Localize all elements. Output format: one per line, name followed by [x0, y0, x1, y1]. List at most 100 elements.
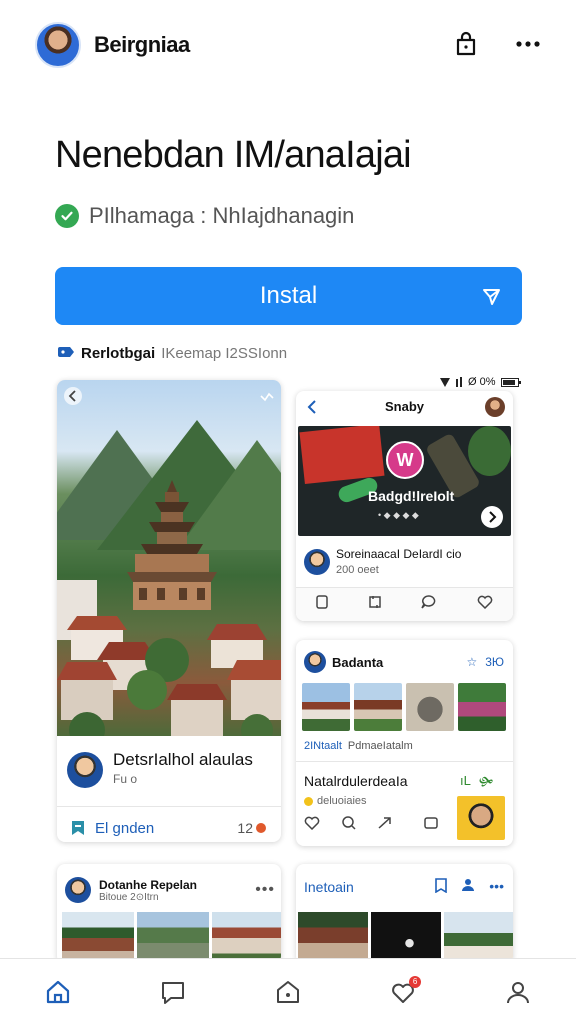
gallery-caption-muted: PdmaeIatalm — [347, 740, 413, 752]
search-icon[interactable] — [342, 816, 356, 835]
chart-icon[interactable]: ıL — [460, 773, 471, 795]
nav-chat[interactable] — [153, 972, 193, 1012]
coin-icon — [304, 796, 313, 806]
gallery-tools: ☆ 3Ю — [466, 655, 504, 669]
post-card[interactable]: Dotanhe Repelan Bitoue 2⊙Itrn ••• — [57, 864, 281, 964]
meta-row: Rerlotbgai IKeemap I2SSIonn — [57, 345, 287, 362]
share-icon[interactable] — [378, 816, 392, 835]
message-icon[interactable] — [424, 817, 438, 836]
install-label: Instal — [259, 282, 318, 309]
thumbnail[interactable] — [458, 683, 506, 731]
more-dots-icon[interactable]: ••• — [489, 878, 504, 896]
thumbnail[interactable] — [298, 912, 368, 964]
verified-text: PIlhamaga : NhIajdhanagin — [89, 203, 355, 228]
shop-card[interactable]: Snaby W Badgd!lreIolt • ◆ ◆ ◆ ◆ Soreinaa… — [296, 391, 513, 621]
product-image[interactable]: W Badgd!lreIolt • ◆ ◆ ◆ ◆ — [298, 426, 511, 536]
featured-title: DetsrIalhol alaulas — [113, 750, 253, 769]
nav-store[interactable] — [268, 972, 308, 1012]
thumbnail[interactable] — [406, 683, 454, 731]
post-title-block: Dotanhe Repelan Bitoue 2⊙Itrn — [99, 878, 197, 903]
comment-icon[interactable] — [421, 595, 437, 614]
bottom-nav: 6 — [0, 958, 576, 1024]
bag-icon[interactable] — [450, 28, 482, 60]
post-title: Dotanhe Repelan — [99, 877, 198, 892]
logo-glyph: W — [396, 449, 414, 470]
avatar[interactable] — [35, 22, 81, 68]
thumbnail[interactable] — [302, 683, 350, 731]
thumbnail[interactable] — [62, 912, 134, 964]
gallery-sub-icons: ıL 🙟 — [460, 773, 493, 795]
gallery-card[interactable]: Badanta ☆ 3Ю 2INtaalt PdmaeIatalm Natalr… — [296, 640, 513, 846]
gallery-subtitle: NatalrdulerdeaIa — [304, 773, 408, 789]
collection-header: Inetoain ••• — [304, 874, 504, 900]
seller-meta: 200 oeet — [336, 564, 379, 576]
featured-footer-label[interactable]: El gnden — [95, 820, 154, 837]
check-circle-icon — [55, 204, 79, 228]
save-icon[interactable] — [71, 820, 85, 841]
product-dots: • ◆ ◆ ◆ ◆ — [378, 510, 419, 520]
heart-icon[interactable] — [477, 595, 493, 614]
page-title: Nenebdan IM/anaIajai — [55, 134, 412, 176]
featured-sub: Fu o — [113, 772, 138, 786]
repost-icon[interactable] — [368, 595, 382, 614]
post-header: Dotanhe Repelan Bitoue 2⊙Itrn ••• — [65, 874, 275, 906]
village-houses — [57, 580, 281, 736]
app-header: Beirgniaa — [0, 0, 576, 92]
author-avatar[interactable] — [67, 752, 103, 788]
more-dots-icon[interactable] — [512, 28, 544, 60]
shop-title: Snaby — [384, 399, 424, 414]
user-add-icon[interactable] — [461, 878, 475, 896]
post-sub: Bitoue 2⊙Itrn — [99, 891, 159, 903]
seller-info: SoreinaacaI DeIardI cio 200 oeet — [296, 537, 513, 585]
thumbnail[interactable] — [444, 912, 513, 964]
divider — [296, 761, 513, 762]
nav-profile[interactable] — [498, 972, 538, 1012]
back-icon[interactable] — [63, 386, 83, 411]
shop-actions — [296, 587, 513, 621]
expand-icon[interactable] — [259, 388, 275, 409]
post-thumbnails — [62, 912, 281, 964]
install-button[interactable]: Instal — [55, 267, 522, 325]
collection-thumbnails — [298, 912, 513, 964]
nav-home[interactable] — [38, 972, 78, 1012]
meta-light: IKeemap I2SSIonn — [161, 345, 288, 362]
gallery-person-photo[interactable] — [457, 796, 505, 840]
gallery-caption-blue[interactable]: 2INtaalt — [304, 740, 342, 752]
thumbnail[interactable] — [371, 912, 441, 964]
preview-status-bar: Ø 0% — [440, 376, 521, 388]
featured-card-info: DetsrIalhol alaulas Fu o El gnden 12 — [57, 736, 281, 842]
next-button[interactable] — [481, 506, 503, 528]
app-name: Beirgniaa — [94, 32, 190, 57]
tag-icon — [57, 345, 75, 362]
nav-likes[interactable]: 6 — [383, 972, 423, 1012]
store-icon — [276, 980, 299, 1003]
bookmark-icon[interactable] — [316, 595, 328, 614]
send-arrow-icon — [480, 284, 504, 311]
verified-row: PIlhamaga : NhIajdhanagin — [55, 203, 354, 229]
post-avatar[interactable] — [65, 877, 91, 903]
image-top-controls — [63, 386, 275, 411]
product-plant — [468, 426, 511, 476]
featured-footer-count: 12 — [237, 820, 267, 836]
thumbnail[interactable] — [137, 912, 209, 964]
product-box — [299, 426, 385, 485]
bookmark-icon[interactable] — [435, 878, 448, 896]
featured-footer: El gnden 12 — [71, 816, 267, 840]
shop-avatar[interactable] — [485, 397, 505, 417]
gallery-tool-2[interactable]: 3Ю — [485, 655, 504, 669]
heart-icon[interactable] — [304, 816, 320, 835]
divider — [57, 806, 281, 807]
more-dots-icon[interactable]: ••• — [255, 881, 275, 899]
featured-card[interactable]: DetsrIalhol alaulas Fu o El gnden 12 — [57, 380, 281, 842]
collection-title: Inetoain — [304, 879, 354, 895]
collection-card[interactable]: Inetoain ••• — [296, 864, 513, 964]
gallery-avatar[interactable] — [304, 651, 326, 673]
meta-strong: Rerlotbgai — [81, 345, 156, 362]
count-value: 12 — [237, 820, 253, 836]
star-icon[interactable]: ☆ — [466, 655, 477, 669]
seller-avatar[interactable] — [304, 549, 330, 575]
thumbnail[interactable] — [212, 912, 281, 964]
thumbnail[interactable] — [354, 683, 402, 731]
status-text: Ø 0% — [468, 376, 496, 388]
people-icon[interactable]: 🙟 — [479, 773, 493, 795]
